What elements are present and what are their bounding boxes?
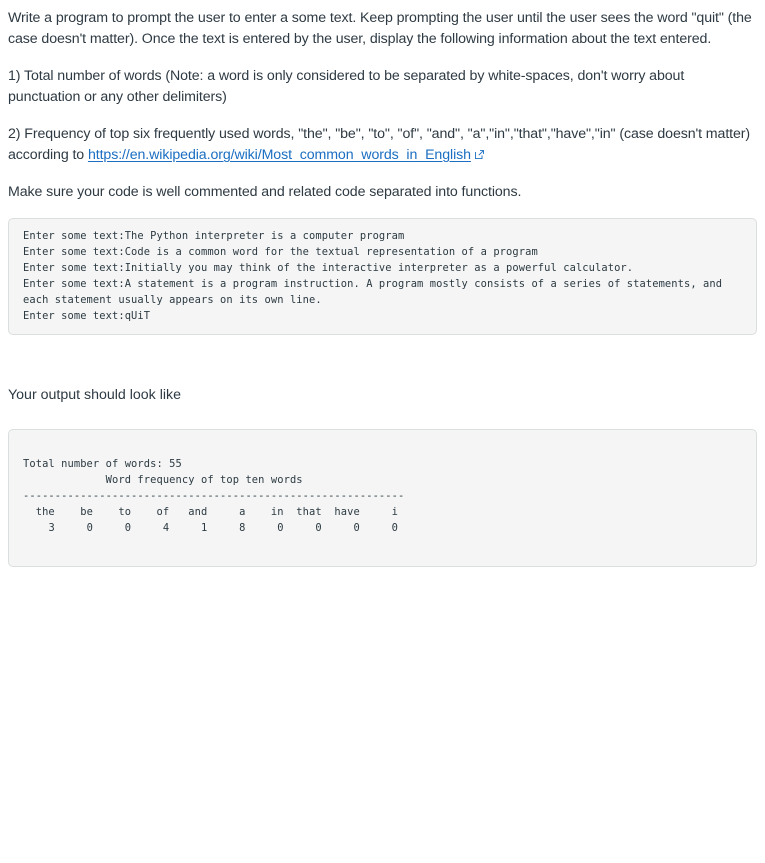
sample-session-text: Enter some text:The Python interpreter i…: [23, 230, 723, 322]
most-common-words-link[interactable]: https://en.wikipedia.org/wiki/Most_commo…: [88, 147, 471, 163]
external-link-icon: [474, 150, 484, 159]
requirement-1-paragraph: 1) Total number of words (Note: a word i…: [8, 68, 685, 105]
sample-session-code-block: Enter some text:The Python interpreter i…: [8, 218, 757, 335]
layout-spacer: [8, 335, 757, 385]
expected-output-text: Total number of words: 55 Word frequency…: [23, 458, 405, 534]
expected-output-code-block: Total number of words: 55 Word frequency…: [8, 429, 757, 567]
assignment-page: Write a program to prompt the user to en…: [0, 0, 765, 567]
requirement-3-paragraph: Make sure your code is well commented an…: [8, 184, 522, 200]
layout-spacer-2: [8, 406, 757, 429]
assignment-intro-paragraph: Write a program to prompt the user to en…: [8, 10, 752, 47]
requirement-2-paragraph: 2) Frequency of top six frequently used …: [8, 124, 757, 166]
expected-output-heading: Your output should look like: [8, 387, 181, 403]
